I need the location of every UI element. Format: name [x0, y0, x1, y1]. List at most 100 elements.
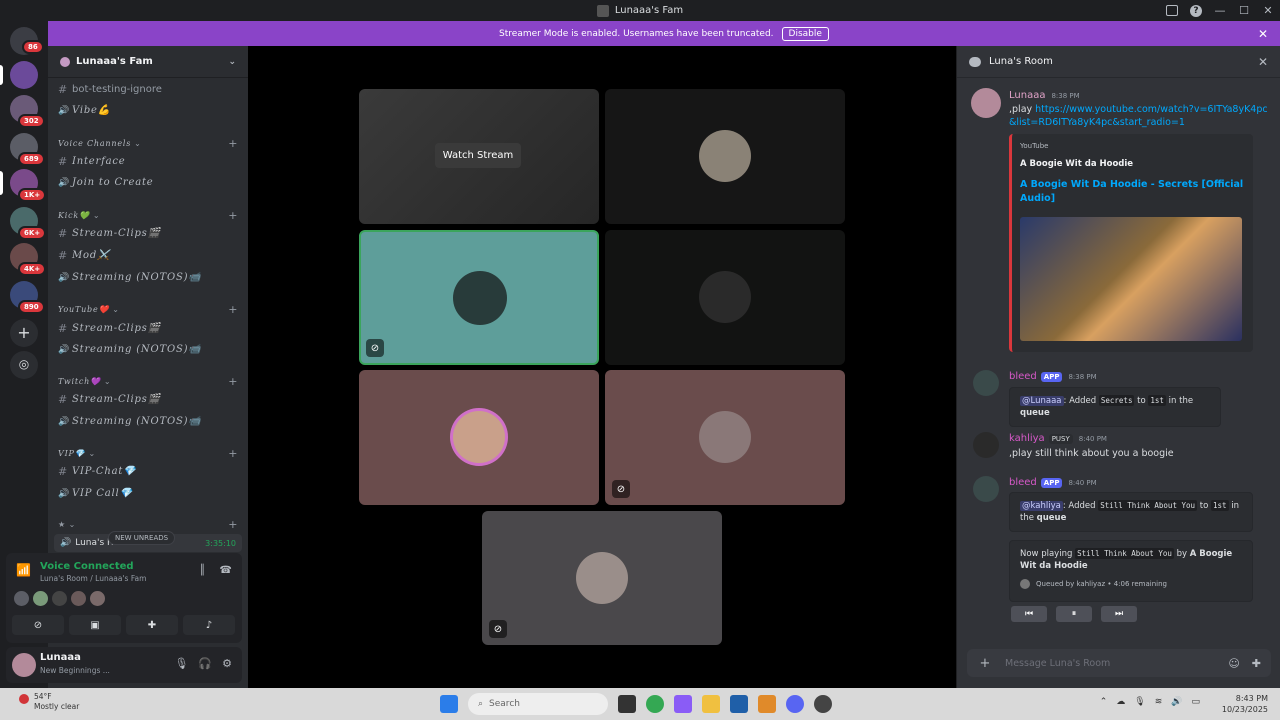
camera-off-button[interactable]: ⊘ [12, 615, 64, 635]
add-channel-icon[interactable]: + [228, 209, 238, 222]
add-channel-icon[interactable]: + [228, 375, 238, 388]
weather-widget[interactable]: 54°F Mostly clear [19, 692, 79, 712]
app-icon[interactable] [814, 695, 832, 713]
category-star[interactable]: ★ ⌄ + [58, 518, 238, 531]
apps-icon[interactable]: ✚ [1252, 657, 1261, 670]
channel-stream-clips[interactable]: # Stream-Clips🎬 [58, 393, 161, 406]
avatar[interactable] [33, 591, 48, 606]
add-channel-icon[interactable]: + [228, 137, 238, 150]
user-mention[interactable]: @kahliya [1020, 501, 1063, 511]
maximize-button[interactable]: ☐ [1232, 4, 1256, 17]
participant-tile-speaking[interactable]: ⊘ [359, 230, 599, 365]
clock[interactable]: 8:43 PM 10/23/2025 [1222, 693, 1268, 715]
channel-interface[interactable]: # Interface [58, 155, 126, 168]
guild-header[interactable]: Lunaaa's Fam ⌄ [48, 46, 248, 78]
message-author[interactable]: bleed [1009, 477, 1037, 488]
discord-icon[interactable] [786, 695, 804, 713]
category-voice-channels[interactable]: Voice Channels ⌄ + [58, 137, 238, 150]
participant-tile[interactable]: ⊘ [605, 370, 845, 505]
microphone-icon[interactable]: 🎙 [1134, 697, 1145, 707]
chrome-icon[interactable] [646, 695, 664, 713]
channel-streaming[interactable]: 🔊 Streaming (NOTOS)📹 [58, 272, 202, 283]
app-icon[interactable] [758, 695, 776, 713]
pause-button[interactable]: ⏸ [1056, 606, 1092, 622]
channel-stream-clips[interactable]: # Stream-Clips🎬 [58, 322, 161, 335]
gear-icon[interactable]: ⚙ [222, 657, 232, 670]
close-button[interactable]: ✕ [1256, 4, 1280, 17]
avatar[interactable] [971, 88, 1001, 118]
channel-bot-testing[interactable]: # bot-testing-ignore [58, 83, 162, 96]
category-kick[interactable]: Kick💚 ⌄ + [58, 209, 238, 222]
channel-vibe[interactable]: 🔊 Vibe💪 [58, 105, 111, 116]
soundboard-button[interactable]: ♪ [183, 615, 235, 635]
embed-title[interactable]: A Boogie Wit Da Hoodie - Secrets [Offici… [1020, 178, 1244, 206]
screen-share-button[interactable]: ▣ [69, 615, 121, 635]
channel-vip-chat[interactable]: # VIP-Chat💎 [58, 465, 136, 478]
noise-suppression-icon[interactable]: ║ [200, 565, 206, 576]
close-icon[interactable]: ✕ [1258, 55, 1268, 69]
server-strim-icon[interactable] [10, 61, 38, 89]
attach-plus-icon[interactable]: + [973, 656, 997, 671]
chevron-up-icon[interactable]: ⌃ [1100, 697, 1108, 707]
avatar[interactable] [90, 591, 105, 606]
category-vip[interactable]: VIP💎 ⌄ + [58, 447, 238, 460]
wifi-icon[interactable]: ≋ [1155, 697, 1163, 707]
channel-vip-call[interactable]: 🔊 VIP Call💎 [58, 488, 133, 499]
task-view-icon[interactable] [618, 695, 636, 713]
emoji-icon[interactable]: ☺ [1228, 657, 1239, 670]
bot-avatar[interactable] [973, 370, 999, 396]
new-unreads-pill[interactable]: NEW UNREADS [108, 531, 176, 545]
volume-icon[interactable]: 🔊 [1171, 697, 1182, 707]
avatar[interactable] [52, 591, 67, 606]
minimize-button[interactable]: — [1208, 4, 1232, 17]
avatar[interactable] [71, 591, 86, 606]
composer-placeholder[interactable]: Message Luna's Room [1005, 658, 1110, 669]
channel-streaming[interactable]: 🔊 Streaming (NOTOS)📹 [58, 416, 202, 427]
store-icon[interactable] [730, 695, 748, 713]
category-twitch[interactable]: Twitch💜 ⌄ + [58, 375, 238, 388]
close-icon[interactable]: ✕ [1258, 27, 1268, 41]
next-track-button[interactable]: ⏭ [1101, 606, 1137, 622]
avatar[interactable] [973, 432, 999, 458]
add-channel-icon[interactable]: + [228, 303, 238, 316]
copilot-icon[interactable] [674, 695, 692, 713]
start-icon[interactable] [440, 695, 458, 713]
add-channel-icon[interactable]: + [228, 447, 238, 460]
user-mention[interactable]: @Lunaaa [1020, 396, 1064, 406]
previous-track-button[interactable]: ⏮ [1011, 606, 1047, 622]
file-explorer-icon[interactable] [702, 695, 720, 713]
disable-button[interactable]: Disable [781, 26, 829, 41]
help-icon[interactable]: ? [1190, 4, 1202, 17]
battery-icon[interactable]: ▭ [1191, 697, 1200, 707]
embed-author[interactable]: A Boogie Wit da Hoodie [1020, 159, 1133, 169]
channel-join-to-create[interactable]: 🔊 Join to Create [58, 177, 154, 188]
category-youtube[interactable]: YouTube❤️ ⌄ + [58, 303, 238, 316]
participant-tile[interactable] [605, 230, 845, 365]
channel-stream-clips[interactable]: # Stream-Clips🎬 [58, 227, 161, 240]
participant-tile[interactable]: ⊘ [482, 511, 722, 645]
headphones-icon[interactable]: 🎧 [198, 657, 212, 670]
activities-button[interactable]: ✚ [126, 615, 178, 635]
channel-streaming[interactable]: 🔊 Streaming (NOTOS)📹 [58, 344, 202, 355]
video-thumbnail[interactable] [1020, 217, 1242, 341]
message-author[interactable]: kahliya [1009, 433, 1045, 444]
avatar[interactable] [14, 591, 29, 606]
message-author[interactable]: Lunaaa [1009, 90, 1045, 101]
message-composer[interactable]: + Message Luna's Room ☺ ✚ [967, 649, 1271, 677]
voice-status[interactable]: Voice Connected [40, 561, 134, 572]
cloud-icon[interactable]: ☁ [1116, 697, 1125, 707]
discover-icon[interactable]: ◎ [10, 351, 38, 379]
watch-stream-button[interactable]: Watch Stream [435, 143, 521, 168]
participant-tile[interactable] [605, 89, 845, 224]
participant-tile[interactable] [359, 370, 599, 505]
message-author[interactable]: bleed [1009, 371, 1037, 382]
youtube-link[interactable]: https://www.youtube.com/watch?v=6ITYa8yK… [1009, 104, 1268, 128]
bot-avatar[interactable] [973, 476, 999, 502]
microphone-icon[interactable]: 🎙 [174, 657, 188, 670]
avatar[interactable] [12, 653, 36, 677]
channel-mod[interactable]: # Mod⚔️ [58, 249, 110, 262]
inbox-icon[interactable] [1166, 5, 1178, 16]
search-box[interactable]: ⌕ Search [468, 693, 608, 715]
add-server-icon[interactable]: + [10, 319, 38, 347]
disconnect-icon[interactable]: ☎ [220, 565, 232, 576]
